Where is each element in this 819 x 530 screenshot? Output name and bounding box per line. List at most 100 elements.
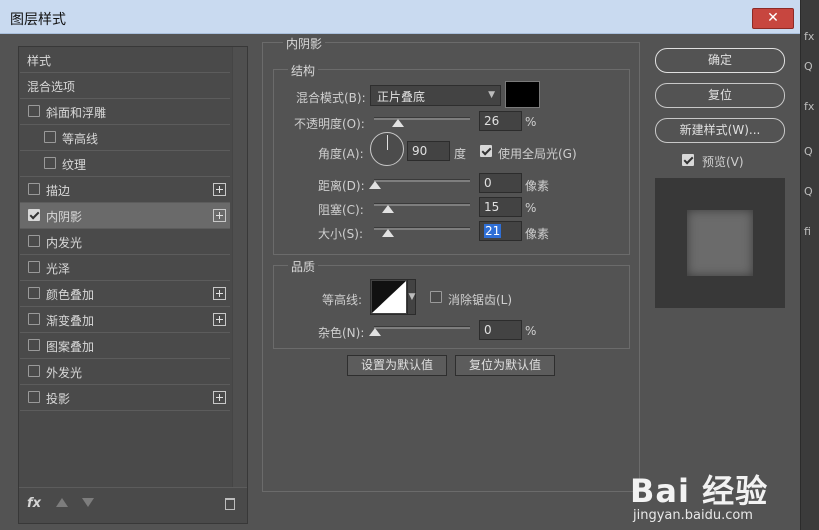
size-input[interactable]: 21 bbox=[479, 221, 522, 241]
edge-glyph: Q bbox=[804, 185, 813, 198]
style-checkbox[interactable] bbox=[28, 313, 40, 325]
style-list-item[interactable]: 光泽 bbox=[20, 255, 230, 281]
contour-picker[interactable]: ▼ bbox=[370, 279, 416, 315]
style-checkbox[interactable] bbox=[28, 339, 40, 351]
style-list-label: 外发光 bbox=[46, 366, 83, 380]
chevron-down-icon: ▼ bbox=[407, 280, 416, 314]
style-checkbox[interactable] bbox=[28, 391, 40, 403]
angle-unit: 度 bbox=[454, 147, 467, 161]
chevron-down-icon: ▼ bbox=[488, 90, 495, 100]
add-effect-icon[interactable] bbox=[213, 313, 226, 326]
add-effect-icon[interactable] bbox=[213, 183, 226, 196]
style-list-item[interactable]: 外发光 bbox=[20, 359, 230, 385]
structure-group: 结构 混合模式(B): 正片叠底 ▼ 不透明度(O): 26 % 角度(A): … bbox=[273, 62, 630, 255]
add-effect-icon[interactable] bbox=[213, 391, 226, 404]
style-checkbox[interactable] bbox=[28, 105, 40, 117]
move-up-icon[interactable] bbox=[56, 498, 68, 507]
choke-input[interactable]: 15 bbox=[479, 197, 522, 217]
reset-to-default-button[interactable]: 复位为默认值 bbox=[455, 355, 555, 376]
style-checkbox[interactable] bbox=[28, 365, 40, 377]
style-checkbox[interactable] bbox=[44, 131, 56, 143]
structure-title: 结构 bbox=[288, 62, 319, 79]
style-list-label: 光泽 bbox=[46, 262, 71, 276]
angle-dial[interactable] bbox=[370, 132, 404, 166]
distance-slider-handle[interactable] bbox=[369, 181, 381, 189]
watermark-url: jingyan.baidu.com bbox=[633, 508, 753, 523]
style-list-item[interactable]: 斜面和浮雕 bbox=[20, 99, 230, 125]
style-list-item[interactable]: 渐变叠加 bbox=[20, 307, 230, 333]
style-list-label: 渐变叠加 bbox=[46, 314, 95, 328]
noise-input[interactable]: 0 bbox=[479, 320, 522, 340]
style-list-item[interactable]: 混合选项 bbox=[20, 73, 230, 99]
style-list-label: 纹理 bbox=[62, 158, 87, 172]
style-list-label: 混合选项 bbox=[27, 80, 76, 94]
angle-input[interactable]: 90 bbox=[407, 141, 450, 161]
style-list-item[interactable]: 图案叠加 bbox=[20, 333, 230, 359]
anti-aliased-checkbox[interactable] bbox=[430, 291, 442, 303]
style-list-label: 内阴影 bbox=[46, 210, 83, 224]
preview-thumbnail bbox=[687, 210, 753, 276]
quality-title: 品质 bbox=[288, 258, 319, 275]
style-list-item[interactable]: 投影 bbox=[20, 385, 230, 411]
opacity-slider-track[interactable] bbox=[374, 117, 470, 120]
add-effect-icon[interactable] bbox=[213, 287, 226, 300]
ok-button[interactable]: 确定 bbox=[655, 48, 785, 73]
blend-mode-label: 混合模式(B): bbox=[296, 91, 366, 105]
noise-slider-track[interactable] bbox=[374, 326, 470, 329]
fx-icon[interactable]: fx bbox=[27, 496, 41, 511]
style-checkbox[interactable] bbox=[28, 287, 40, 299]
style-list-item[interactable]: 颜色叠加 bbox=[20, 281, 230, 307]
shadow-color-swatch[interactable] bbox=[505, 81, 540, 108]
style-list-label: 投影 bbox=[46, 392, 71, 406]
move-down-icon[interactable] bbox=[82, 498, 94, 507]
close-icon: ✕ bbox=[767, 10, 779, 26]
title-bar: 图层样式 ✕ bbox=[0, 0, 800, 34]
style-checkbox[interactable] bbox=[28, 261, 40, 273]
opacity-unit: % bbox=[525, 115, 537, 129]
style-list-item[interactable]: 内发光 bbox=[20, 229, 230, 255]
blend-mode-select[interactable]: 正片叠底 ▼ bbox=[370, 85, 501, 106]
baidu-watermark: Bai 经验 jingyan.baidu.com bbox=[625, 466, 795, 530]
style-list-item[interactable]: 描边 bbox=[20, 177, 230, 203]
style-list-item[interactable]: 样式 bbox=[20, 47, 230, 73]
style-checkbox[interactable] bbox=[28, 235, 40, 247]
style-list-item[interactable]: 等高线 bbox=[20, 125, 230, 151]
distance-slider-track[interactable] bbox=[374, 179, 470, 182]
style-list-item[interactable]: 纹理 bbox=[20, 151, 230, 177]
choke-label: 阻塞(C): bbox=[318, 203, 364, 217]
use-global-light-label: 使用全局光(G) bbox=[498, 147, 577, 161]
use-global-light-checkbox[interactable] bbox=[480, 145, 492, 157]
opacity-slider-handle[interactable] bbox=[392, 119, 404, 127]
style-list-label: 图案叠加 bbox=[46, 340, 95, 354]
style-list-label: 等高线 bbox=[62, 132, 99, 146]
list-scrollbar[interactable] bbox=[232, 47, 247, 487]
reset-button[interactable]: 复位 bbox=[655, 83, 785, 108]
style-list-item[interactable]: 内阴影 bbox=[20, 203, 230, 229]
opacity-input[interactable]: 26 bbox=[479, 111, 522, 131]
style-list-panel: 样式混合选项斜面和浮雕等高线纹理描边内阴影内发光光泽颜色叠加渐变叠加图案叠加外发… bbox=[18, 46, 248, 524]
quality-group: 品质 等高线: ▼ 消除锯齿(L) 杂色(N): 0 % bbox=[273, 258, 630, 349]
trash-icon[interactable] bbox=[225, 498, 235, 510]
style-list-label: 斜面和浮雕 bbox=[46, 106, 107, 120]
edge-glyph: fi bbox=[804, 225, 811, 238]
choke-unit: % bbox=[525, 201, 537, 215]
contour-label: 等高线: bbox=[322, 293, 363, 307]
distance-input[interactable]: 0 bbox=[479, 173, 522, 193]
edge-glyph: Q bbox=[804, 145, 813, 158]
list-footer: fx bbox=[19, 487, 247, 523]
new-style-button[interactable]: 新建样式(W)... bbox=[655, 118, 785, 143]
close-button[interactable]: ✕ bbox=[752, 8, 794, 29]
anti-aliased-label: 消除锯齿(L) bbox=[448, 293, 513, 307]
size-slider-handle[interactable] bbox=[382, 229, 394, 237]
style-checkbox[interactable] bbox=[44, 157, 56, 169]
contour-preview-icon bbox=[372, 281, 406, 313]
choke-slider-handle[interactable] bbox=[382, 205, 394, 213]
inner-shadow-settings: 内阴影 结构 混合模式(B): 正片叠底 ▼ 不透明度(O): 26 % 角度(… bbox=[262, 35, 640, 492]
add-effect-icon[interactable] bbox=[213, 209, 226, 222]
style-checkbox[interactable] bbox=[28, 209, 40, 221]
layer-style-dialog: 样式混合选项斜面和浮雕等高线纹理描边内阴影内发光光泽颜色叠加渐变叠加图案叠加外发… bbox=[0, 34, 800, 530]
noise-slider-handle[interactable] bbox=[369, 328, 381, 336]
preview-checkbox[interactable] bbox=[682, 154, 694, 166]
make-default-button[interactable]: 设置为默认值 bbox=[347, 355, 447, 376]
style-checkbox[interactable] bbox=[28, 183, 40, 195]
